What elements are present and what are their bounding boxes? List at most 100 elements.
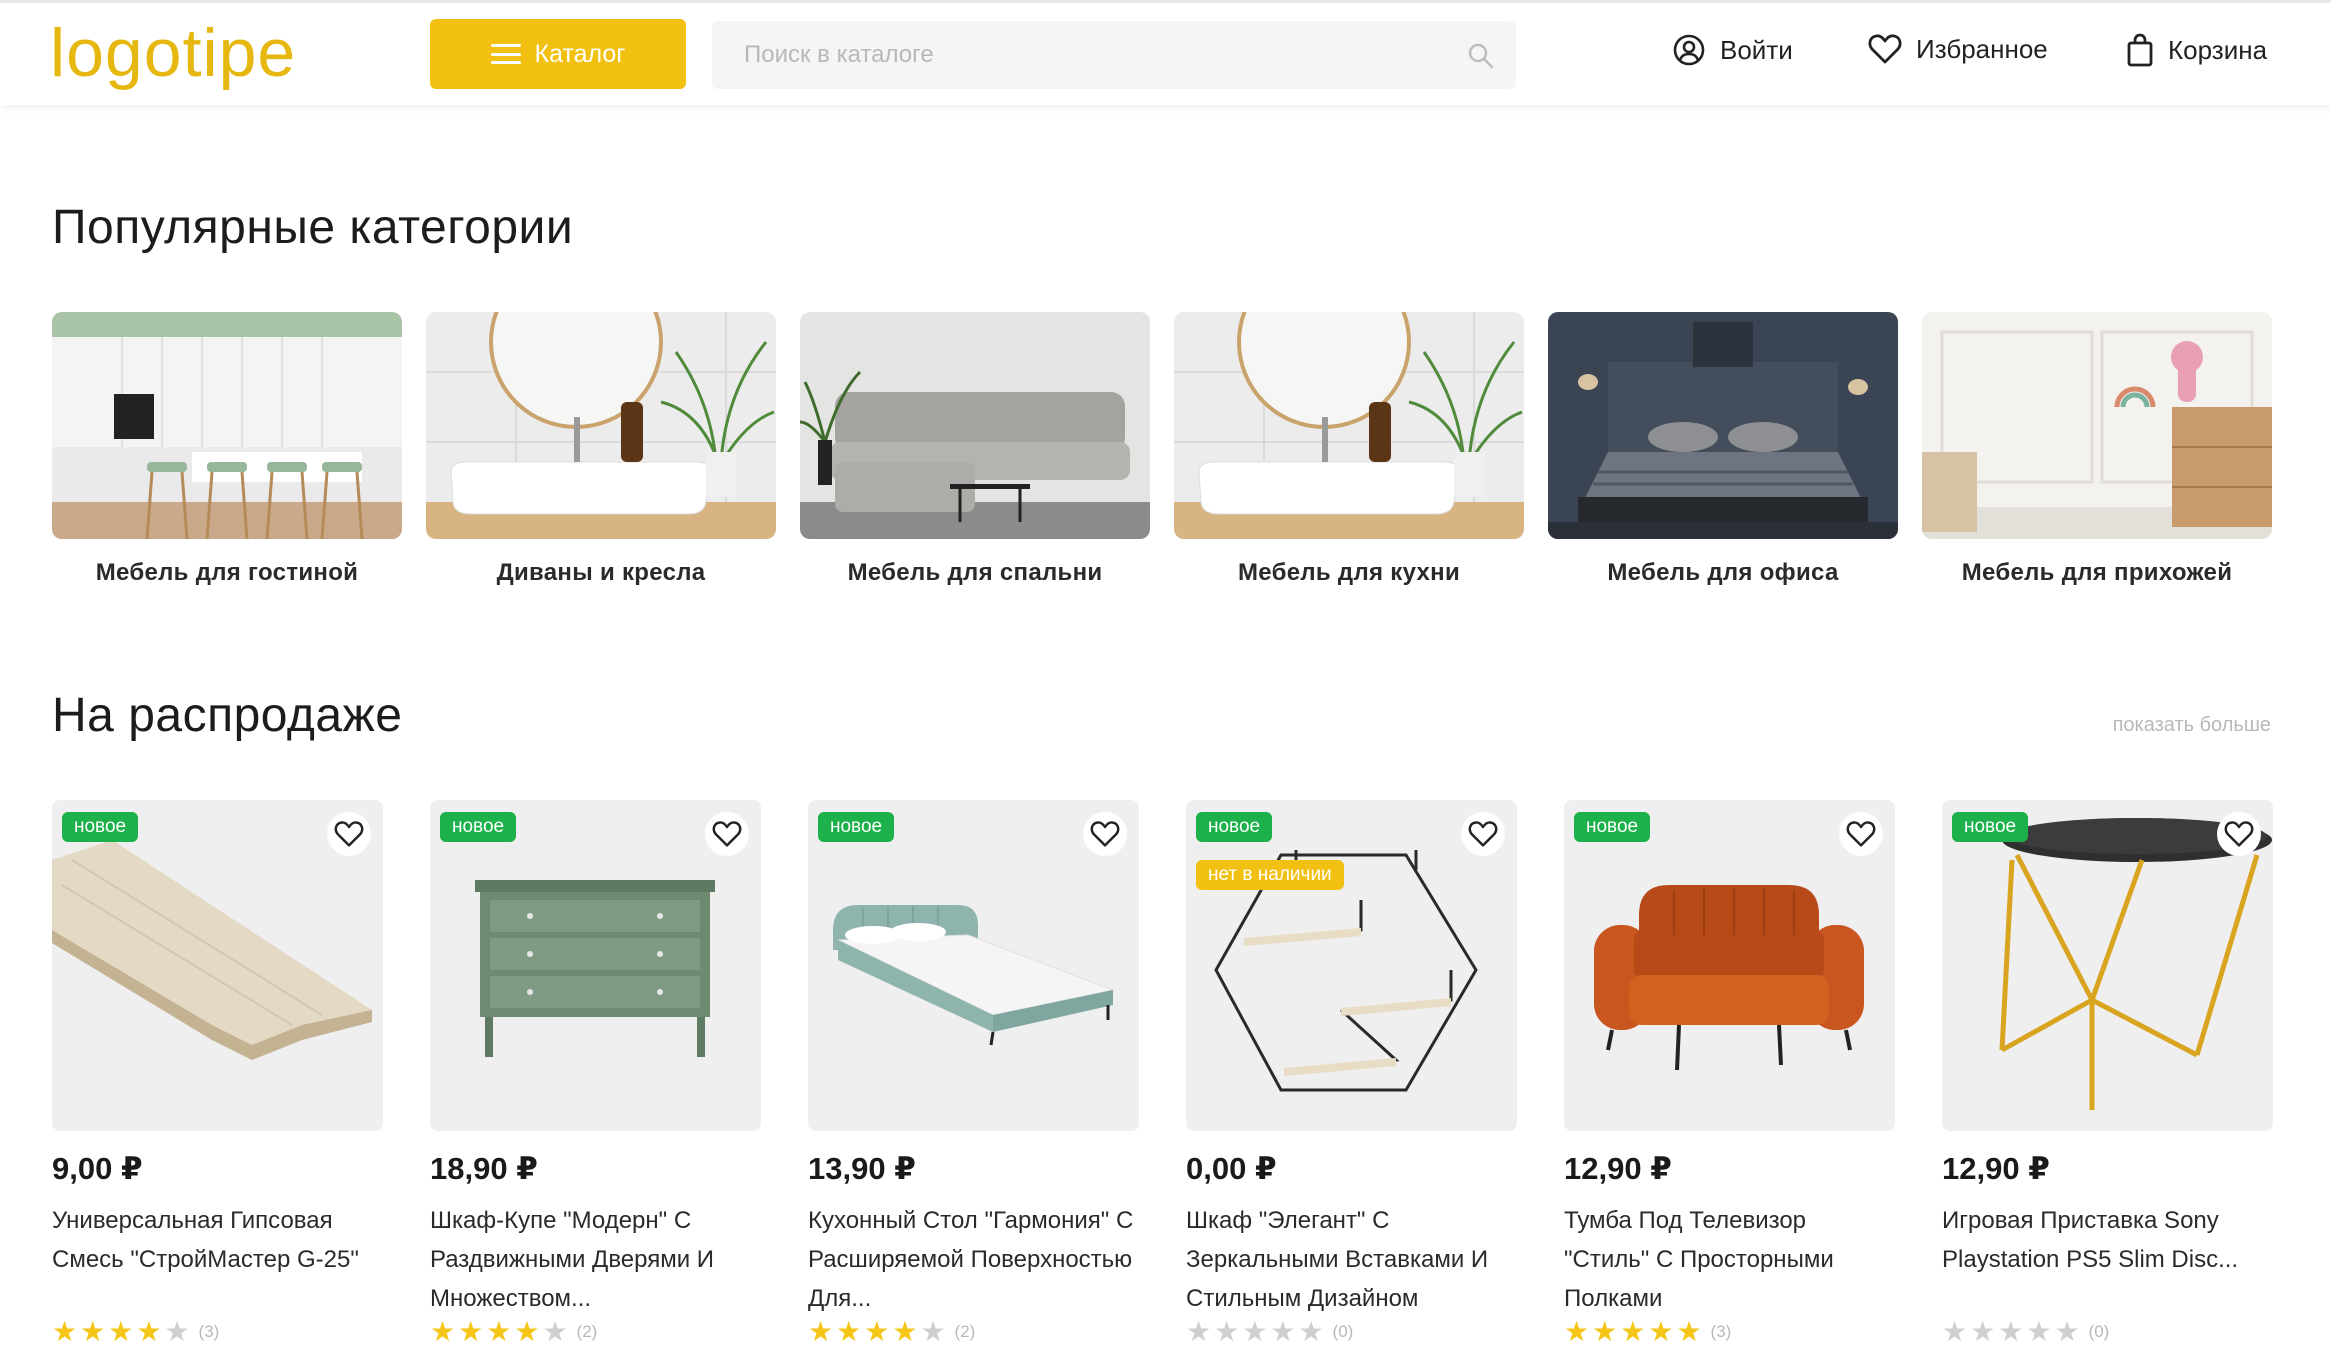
- category-label: Мебель для кухни: [1237, 559, 1461, 586]
- popular-categories-title: Популярные категории: [52, 201, 574, 254]
- category-label: Мебель для спальни: [847, 559, 1103, 586]
- product-image: новое: [1942, 800, 2273, 1131]
- new-badge: новое: [1952, 812, 2029, 842]
- rating: ★ ★ ★ ★ ★ (0): [1942, 1318, 2273, 1346]
- product-price: 9,00 ₽: [52, 1151, 143, 1186]
- product-card[interactable]: новое 12,90 ₽ Тумба Под Телевизор "Стиль…: [1564, 800, 1895, 1346]
- category-card[interactable]: Мебель для прихожей: [1922, 312, 2272, 587]
- star-icon: ★: [836, 1316, 862, 1347]
- category-card[interactable]: Мебель для гостиной: [52, 312, 402, 587]
- product-card[interactable]: новое 12,90 ₽ Игровая Приставка Sony Pla…: [1942, 800, 2273, 1346]
- heart-icon[interactable]: [705, 812, 749, 856]
- rating: ★ ★ ★ ★ ★ (3): [52, 1318, 383, 1346]
- category-image: [426, 312, 776, 539]
- star-icon: ★: [1942, 1316, 1968, 1347]
- review-count: (2): [954, 1322, 976, 1341]
- product-image: новое: [52, 800, 383, 1131]
- search-icon[interactable]: [1466, 41, 1496, 76]
- star-icon: ★: [1564, 1316, 1590, 1347]
- star-icon: ★: [808, 1316, 834, 1347]
- star-icon: ★: [1592, 1316, 1618, 1347]
- new-badge: новое: [440, 812, 517, 842]
- product-price: 12,90 ₽: [1942, 1151, 2050, 1186]
- new-badge: новое: [62, 812, 139, 842]
- star-icon: ★: [486, 1316, 512, 1347]
- star-icon: ★: [136, 1316, 162, 1347]
- heart-icon[interactable]: [2217, 812, 2261, 856]
- star-icon: ★: [2026, 1316, 2052, 1347]
- product-title[interactable]: Шкаф-Купе "Модерн" С Раздвижными Дверями…: [430, 1201, 761, 1318]
- category-card[interactable]: Диваны и кресла: [426, 312, 776, 587]
- product-title[interactable]: Тумба Под Телевизор "Стиль" С Просторным…: [1564, 1201, 1895, 1318]
- category-card[interactable]: Мебель для офиса: [1548, 312, 1898, 587]
- review-count: (2): [576, 1322, 598, 1341]
- sale-section-title: На распродаже: [52, 689, 403, 742]
- catalog-button-label: Каталог: [534, 39, 626, 68]
- menu-icon: [490, 44, 521, 64]
- star-icon: ★: [430, 1316, 456, 1347]
- shopping-bag-icon: [2126, 33, 2154, 67]
- category-card[interactable]: Мебель для спальни: [800, 312, 1150, 587]
- star-icon: ★: [920, 1316, 946, 1347]
- star-icon: ★: [80, 1316, 106, 1347]
- login-label: Войти: [1720, 34, 1793, 65]
- site-header: logotipe Каталог Войти Избранное Корзина: [0, 3, 2331, 105]
- heart-icon: [1868, 33, 1902, 65]
- logo[interactable]: logotipe: [50, 11, 296, 95]
- star-icon: ★: [864, 1316, 890, 1347]
- star-icon: ★: [1242, 1316, 1268, 1347]
- favorites-link[interactable]: Избранное: [1868, 33, 2048, 65]
- product-card[interactable]: новое 18,90 ₽ Шкаф-Купе "Модерн" С Раздв…: [430, 800, 761, 1346]
- category-label: Мебель для офиса: [1607, 559, 1839, 586]
- category-label: Мебель для гостиной: [95, 559, 359, 586]
- new-badge: новое: [1574, 812, 1651, 842]
- heart-icon[interactable]: [1461, 812, 1505, 856]
- star-icon: ★: [1970, 1316, 1996, 1347]
- product-image: новое: [1564, 800, 1895, 1131]
- star-icon: ★: [1676, 1316, 1702, 1347]
- heart-icon[interactable]: [1839, 812, 1883, 856]
- heart-icon[interactable]: [1083, 812, 1127, 856]
- product-title[interactable]: Шкаф "Элегант" С Зеркальными Вставками И…: [1186, 1201, 1517, 1318]
- star-icon: ★: [164, 1316, 190, 1347]
- product-price: 12,90 ₽: [1564, 1151, 1672, 1186]
- category-image: [1174, 312, 1524, 539]
- category-label: Диваны и кресла: [496, 559, 706, 586]
- show-more-link[interactable]: показать больше: [2113, 714, 2271, 737]
- login-link[interactable]: Войти: [1672, 33, 1793, 67]
- heart-icon[interactable]: [327, 812, 371, 856]
- category-image: [1548, 312, 1898, 539]
- star-icon: ★: [52, 1316, 78, 1347]
- category-image: [1922, 312, 2272, 539]
- star-icon: ★: [108, 1316, 134, 1347]
- cart-link[interactable]: Корзина: [2126, 33, 2267, 67]
- category-image: [800, 312, 1150, 539]
- review-count: (3): [198, 1322, 220, 1341]
- cart-label: Корзина: [2168, 34, 2268, 65]
- new-badge: новое: [1196, 812, 1273, 842]
- product-price: 18,90 ₽: [430, 1151, 538, 1186]
- product-title[interactable]: Игровая Приставка Sony Playstation PS5 S…: [1942, 1201, 2273, 1318]
- rating: ★ ★ ★ ★ ★ (2): [808, 1318, 1139, 1346]
- category-card[interactable]: Мебель для кухни: [1174, 312, 1524, 587]
- star-icon: ★: [892, 1316, 918, 1347]
- rating: ★ ★ ★ ★ ★ (2): [430, 1318, 761, 1346]
- product-title[interactable]: Кухонный Стол "Гармония" С Расширяемой П…: [808, 1201, 1139, 1318]
- star-icon: ★: [1998, 1316, 2024, 1347]
- review-count: (0): [1332, 1322, 1354, 1341]
- product-image: новое: [430, 800, 761, 1131]
- product-title[interactable]: Универсальная Гипсовая Смесь "СтройМасте…: [52, 1201, 383, 1318]
- product-image: новое: [808, 800, 1139, 1131]
- out-of-stock-badge: нет в наличии: [1196, 860, 1344, 890]
- product-image: новое нет в наличии: [1186, 800, 1517, 1131]
- review-count: (0): [2088, 1322, 2110, 1341]
- new-badge: новое: [818, 812, 895, 842]
- product-card[interactable]: новое нет в наличии 0,00 ₽ Шкаф "Элегант…: [1186, 800, 1517, 1346]
- review-count: (3): [1710, 1322, 1732, 1341]
- product-card[interactable]: новое 13,90 ₽ Кухонный Стол "Гармония" С…: [808, 800, 1139, 1346]
- search-input[interactable]: [742, 40, 1446, 70]
- catalog-button[interactable]: Каталог: [430, 19, 686, 89]
- favorites-label: Избранное: [1916, 33, 2048, 64]
- product-card[interactable]: новое 9,00 ₽ Универсальная Гипсовая Смес…: [52, 800, 383, 1346]
- star-icon: ★: [1620, 1316, 1646, 1347]
